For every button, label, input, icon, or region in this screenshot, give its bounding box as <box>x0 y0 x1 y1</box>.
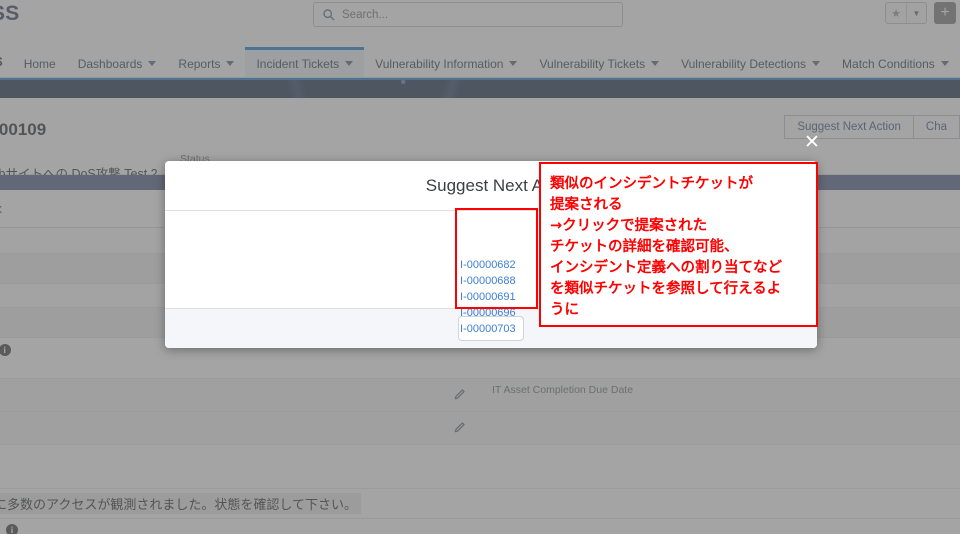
modal-title: Suggest Next Act <box>425 175 557 195</box>
annotation-highlight-ticket-list <box>455 208 538 309</box>
app-root: nSS ★ ▼ + SS Home Dashboar <box>0 0 960 534</box>
close-icon[interactable]: ✕ <box>801 131 823 153</box>
list-item[interactable]: I-00000703 <box>460 322 516 337</box>
annotation-note-text: 類似のインシデントチケットが 提案される →クリックで提案された チケットの詳細… <box>539 162 818 327</box>
